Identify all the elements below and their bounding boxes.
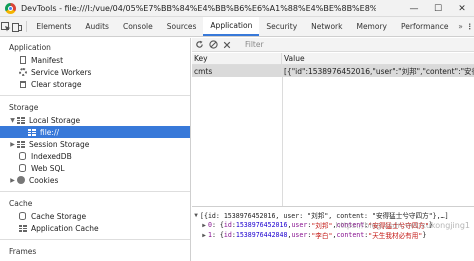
sidebar-item-label: Application Cache xyxy=(31,223,99,233)
collapse-triangle-icon[interactable]: ▶ xyxy=(9,177,16,184)
grid-header-row: Key Value xyxy=(192,53,474,65)
preview-summary-line[interactable]: ▼ [{id: 1538976452016, user: "刘邦", conte… xyxy=(192,210,474,221)
delete-selected-icon[interactable] xyxy=(220,38,234,52)
section-heading-frames: Frames xyxy=(9,246,37,256)
sidebar-item-cache-storage[interactable]: Cache Storage xyxy=(0,210,190,222)
row-value-cell[interactable]: [{"id":1538976452016,"user":"刘邦","conten… xyxy=(282,65,474,77)
sidebar-item-label: IndexedDB xyxy=(31,151,72,161)
inspect-element-icon[interactable] xyxy=(0,17,11,36)
sidebar-item-manifest[interactable]: Manifest xyxy=(0,54,190,66)
expand-triangle-icon[interactable]: ▼ xyxy=(9,117,16,124)
device-toolbar-icon[interactable] xyxy=(11,17,23,36)
sidebar-item-file-origin[interactable]: file:// xyxy=(0,126,190,138)
collapse-triangle-icon[interactable]: ▶ xyxy=(200,232,208,239)
maximize-button[interactable]: ☐ xyxy=(426,0,450,17)
sidebar-item-clear-storage[interactable]: Clear storage xyxy=(0,78,190,90)
section-heading-storage: Storage xyxy=(9,102,39,112)
column-header-key[interactable]: Key xyxy=(192,53,282,64)
sidebar-item-label: Manifest xyxy=(31,55,64,65)
sidebar-item-web-sql[interactable]: Web SQL xyxy=(0,162,190,174)
preview-summary: [{id: 1538976452016, user: "刘邦", content… xyxy=(200,212,449,220)
preview-item-user: "李白" xyxy=(311,232,333,240)
tab-audits[interactable]: Audits xyxy=(78,17,116,36)
sidebar-item-label: file:// xyxy=(40,127,60,137)
preview-item-user: "刘邦" xyxy=(311,222,333,230)
clear-all-icon[interactable] xyxy=(206,38,220,52)
storage-toolbar xyxy=(192,38,474,52)
grid-icon xyxy=(27,128,36,137)
grid-icon xyxy=(18,224,27,233)
tab-sources[interactable]: Sources xyxy=(160,17,204,36)
tab-elements[interactable]: Elements xyxy=(29,17,78,36)
close-button[interactable]: ✕ xyxy=(450,0,474,17)
preview-item-id: 1538976452016 xyxy=(235,221,288,229)
filter-input[interactable] xyxy=(245,38,425,51)
sidebar-item-label: Cache Storage xyxy=(31,211,87,221)
database-icon xyxy=(18,164,27,173)
refresh-icon[interactable] xyxy=(192,38,206,52)
collapse-triangle-icon[interactable]: ▶ xyxy=(200,222,208,229)
sidebar-item-label: Web SQL xyxy=(31,163,65,173)
sidebar-item-indexeddb[interactable]: IndexedDB xyxy=(0,150,190,162)
grid-icon xyxy=(16,140,25,149)
window-controls: — ☐ ✕ xyxy=(402,0,474,17)
window-titlebar: DevTools - file:///I:/vue/04/05%E7%BB%84… xyxy=(0,0,474,17)
tab-console[interactable]: Console xyxy=(116,17,160,36)
storage-data-grid: Key Value cmts [{"id":1538976452016,"use… xyxy=(192,53,474,206)
file-icon xyxy=(18,56,27,65)
section-heading-cache: Cache xyxy=(9,198,33,208)
application-sidebar: Application Manifest Service Workers Cle… xyxy=(0,38,191,261)
section-divider xyxy=(0,239,190,240)
table-row[interactable]: cmts [{"id":1538976452016,"user":"刘邦","c… xyxy=(192,65,474,77)
sidebar-item-label: Clear storage xyxy=(31,79,82,89)
cookie-icon xyxy=(16,176,25,185)
watermark-text: https://blog.csdn.net/xukongjing1 xyxy=(335,221,470,230)
devtools-tabbar: Elements Audits Console Sources Applicat… xyxy=(0,17,474,37)
grid-icon xyxy=(16,116,25,125)
database-icon xyxy=(18,152,27,161)
window-title: DevTools - file:///I:/vue/04/05%E7%BB%84… xyxy=(21,3,376,13)
tab-performance[interactable]: Performance xyxy=(394,17,456,36)
more-options-icon[interactable]: ⋮ xyxy=(465,17,474,36)
chrome-logo-icon xyxy=(5,2,16,14)
sidebar-item-label: Cookies xyxy=(29,175,59,185)
sidebar-item-label: Local Storage xyxy=(29,115,81,125)
tab-security[interactable]: Security xyxy=(259,17,304,36)
tab-memory[interactable]: Memory xyxy=(349,17,394,36)
row-key-cell[interactable]: cmts xyxy=(192,65,282,77)
column-header-value[interactable]: Value xyxy=(282,53,474,64)
section-divider xyxy=(0,95,190,96)
sidebar-item-session-storage[interactable]: ▶ Session Storage xyxy=(0,138,190,150)
gear-icon xyxy=(18,68,27,77)
preview-item-content: "天生我材必有用" xyxy=(368,232,423,240)
sidebar-item-label: Session Storage xyxy=(29,139,90,149)
trash-icon xyxy=(18,80,27,89)
tab-separator xyxy=(25,21,27,32)
sidebar-item-label: Service Workers xyxy=(31,67,92,77)
preview-item-id: 1538976442848 xyxy=(235,231,288,239)
expand-triangle-icon[interactable]: ▼ xyxy=(192,212,200,219)
preview-item-row[interactable]: ▶ 1: {id: 1538976442848, user: "李白", con… xyxy=(192,230,474,240)
more-tabs-icon[interactable]: » xyxy=(456,17,466,36)
value-preview-panel: ▼ [{id: 1538976452016, user: "刘邦", conte… xyxy=(192,206,474,261)
sidebar-item-cookies[interactable]: ▶ Cookies xyxy=(0,174,190,186)
minimize-button[interactable]: — xyxy=(402,0,426,17)
sidebar-item-application-cache[interactable]: Application Cache xyxy=(0,222,190,234)
section-divider xyxy=(0,191,190,192)
sidebar-item-local-storage[interactable]: ▼ Local Storage xyxy=(0,114,190,126)
collapse-triangle-icon[interactable]: ▶ xyxy=(9,141,16,148)
sidebar-item-service-workers[interactable]: Service Workers xyxy=(0,66,190,78)
column-divider xyxy=(282,65,283,206)
tab-application[interactable]: Application xyxy=(203,17,260,36)
database-icon xyxy=(18,212,27,221)
section-heading-application: Application xyxy=(9,42,51,52)
tab-network[interactable]: Network xyxy=(304,17,349,36)
